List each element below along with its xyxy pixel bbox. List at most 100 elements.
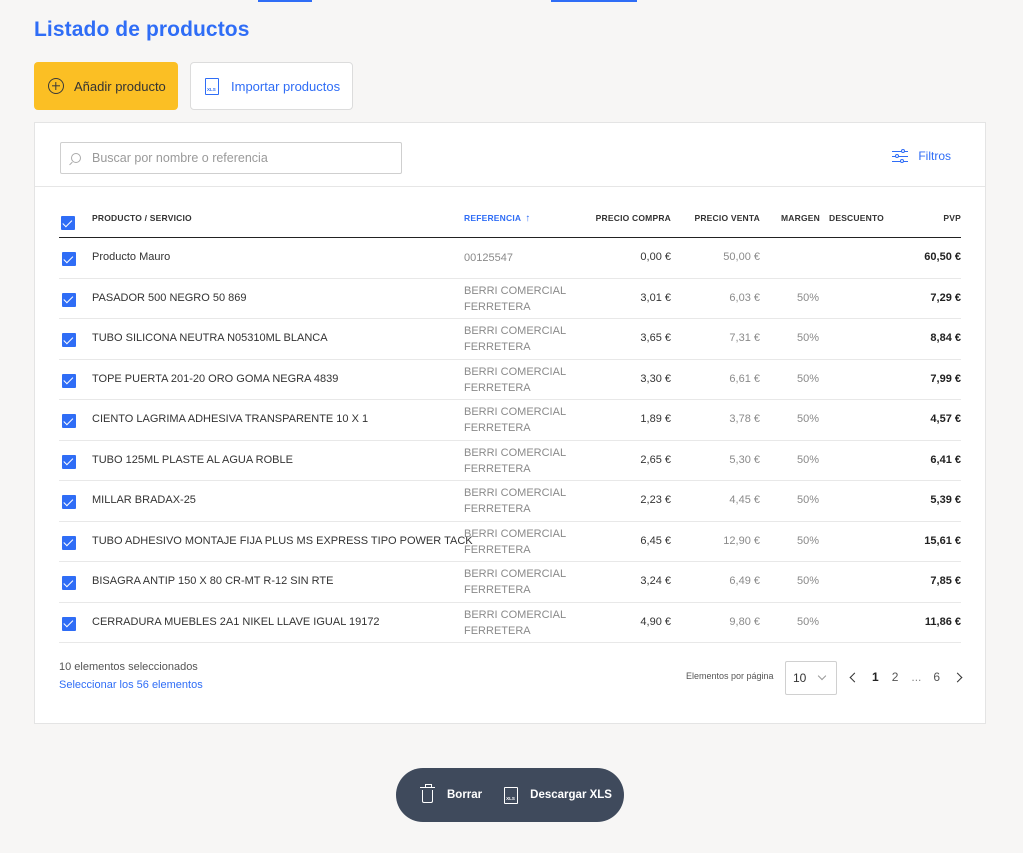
import-products-button[interactable]: Importar productos [190, 62, 353, 110]
table-row[interactable]: CIENTO LAGRIMA ADHESIVA TRANSPARENTE 10 … [59, 400, 961, 441]
product-name[interactable]: TOPE PUERTA 201-20 ORO GOMA NEGRA 4839 [92, 373, 338, 385]
pvp-price: 5,39 € [930, 494, 961, 506]
product-reference: BERRI COMERCIAL FERRETERA [464, 284, 566, 313]
product-name[interactable]: Producto Mauro [92, 251, 170, 263]
select-all-checkbox[interactable] [61, 216, 75, 230]
selected-count: 10 elementos seleccionados [59, 661, 198, 673]
xls-file-icon [205, 77, 219, 95]
row-checkbox[interactable] [62, 414, 76, 428]
page-ellipsis: ... [911, 670, 922, 684]
table-row[interactable]: CERRADURA MUEBLES 2A1 NIKEL LLAVE IGUAL … [59, 603, 961, 643]
filters-button[interactable]: Filtros [892, 149, 951, 163]
table-row[interactable]: TUBO SILICONA NEUTRA N05310ML BLANCA BER… [59, 319, 961, 360]
pvp-price: 15,61 € [924, 534, 961, 547]
product-reference: BERRI COMERCIAL FERRETERA [464, 325, 566, 353]
buy-price: 2,65 € [640, 453, 671, 466]
table-row[interactable]: Producto Mauro 00125547 0,00 € 50,00 € 6… [59, 238, 961, 279]
product-reference: BERRI COMERCIAL FERRETERA [464, 487, 566, 515]
sell-price: 9,80 € [729, 615, 760, 628]
page-button[interactable]: 2 [892, 670, 899, 684]
row-checkbox[interactable] [62, 373, 76, 388]
product-name[interactable]: CERRADURA MUEBLES 2A1 NIKEL LLAVE IGUAL … [92, 616, 380, 628]
per-page-select[interactable]: 10 [785, 661, 837, 695]
product-name[interactable]: TUBO SILICONA NEUTRA N05310ML BLANCA [92, 332, 328, 344]
chevron-right-icon[interactable] [952, 672, 963, 682]
sell-price: 6,61 € [729, 372, 760, 385]
download-xls-button[interactable]: Descargar XLS [504, 786, 612, 804]
row-checkbox[interactable] [62, 616, 76, 631]
buy-price: 2,23 € [640, 494, 671, 506]
trash-icon [420, 784, 435, 803]
row-checkbox[interactable] [62, 495, 76, 509]
table-row[interactable]: BISAGRA ANTIP 150 X 80 CR-MT R-12 SIN RT… [59, 562, 961, 603]
margin: 50% [796, 615, 819, 628]
sell-price: 3,78 € [729, 413, 760, 425]
product-name[interactable]: TUBO 125ML PLASTE AL AGUA ROBLE [92, 454, 293, 466]
row-checkbox[interactable] [62, 454, 76, 469]
filters-label: Filtros [918, 149, 951, 163]
buy-price: 0,00 € [640, 251, 671, 263]
add-product-button[interactable]: Añadir producto [34, 62, 178, 110]
product-name[interactable]: PASADOR 500 NEGRO 50 869 [92, 292, 246, 304]
header-reference[interactable]: REFERENCIA ↑ [464, 213, 530, 224]
table-row[interactable]: TUBO 125ML PLASTE AL AGUA ROBLE BERRI CO… [59, 441, 961, 481]
header-pvp[interactable]: PVP [943, 213, 961, 223]
chevron-left-icon[interactable] [849, 672, 860, 682]
product-name[interactable]: MILLAR BRADAX-25 [92, 494, 196, 506]
row-checkbox[interactable] [62, 252, 76, 266]
product-name[interactable]: TUBO ADHESIVO MONTAJE FIJA PLUS MS EXPRE… [92, 535, 473, 547]
row-checkbox[interactable] [62, 333, 76, 347]
per-page-value: 10 [793, 671, 807, 685]
sell-price: 12,90 € [723, 534, 760, 547]
table-row[interactable]: TOPE PUERTA 201-20 ORO GOMA NEGRA 4839 B… [59, 360, 961, 400]
search-box[interactable] [60, 142, 402, 174]
chevron-down-icon [817, 671, 827, 681]
header-sell-price[interactable]: PRECIO VENTA [694, 213, 760, 223]
table-row[interactable]: TUBO ADHESIVO MONTAJE FIJA PLUS MS EXPRE… [59, 522, 961, 562]
select-all-link[interactable]: Seleccionar los 56 elementos [59, 679, 203, 691]
search-icon [71, 153, 81, 163]
buy-price: 6,45 € [640, 534, 671, 547]
delete-button[interactable]: Borrar [420, 784, 482, 803]
search-input[interactable] [92, 151, 382, 165]
row-checkbox[interactable] [62, 535, 76, 550]
sell-price: 7,31 € [729, 332, 760, 344]
page-button[interactable]: 1 [872, 670, 879, 684]
product-reference: 00125547 [464, 252, 513, 264]
buy-price: 3,01 € [640, 291, 671, 304]
header-margin[interactable]: MARGEN [781, 213, 820, 223]
sell-price: 6,49 € [729, 575, 760, 587]
page-title: Listado de productos [34, 18, 250, 41]
sliders-icon [892, 149, 909, 163]
margin: 50% [796, 534, 819, 547]
xls-file-icon [504, 786, 519, 804]
product-reference: BERRI COMERCIAL FERRETERA [464, 365, 566, 394]
page-button[interactable]: 6 [933, 670, 940, 684]
row-checkbox[interactable] [62, 292, 76, 307]
plus-circle-icon [48, 78, 64, 94]
product-reference: BERRI COMERCIAL FERRETERA [464, 568, 566, 596]
pvp-price: 60,50 € [924, 251, 961, 263]
table-row[interactable]: MILLAR BRADAX-25 BERRI COMERCIAL FERRETE… [59, 481, 961, 522]
header-reference-label: REFERENCIA [464, 213, 522, 223]
tab-indicator [258, 0, 312, 2]
product-reference: BERRI COMERCIAL FERRETERA [464, 446, 566, 475]
row-checkbox[interactable] [62, 576, 76, 590]
product-name[interactable]: BISAGRA ANTIP 150 X 80 CR-MT R-12 SIN RT… [92, 575, 333, 587]
panel-toolbar: Filtros [35, 123, 985, 187]
margin: 50% [796, 332, 819, 344]
margin: 50% [796, 494, 819, 506]
product-name[interactable]: CIENTO LAGRIMA ADHESIVA TRANSPARENTE 10 … [92, 413, 368, 425]
header-product[interactable]: PRODUCTO / SERVICIO [92, 213, 192, 223]
product-reference: BERRI COMERCIAL FERRETERA [464, 406, 566, 434]
product-reference: BERRI COMERCIAL FERRETERA [464, 608, 566, 637]
buy-price: 1,89 € [640, 413, 671, 425]
table-header: PRODUCTO / SERVICIO REFERENCIA ↑ PRECIO C… [59, 205, 961, 238]
pvp-price: 7,99 € [930, 372, 961, 385]
header-buy-price[interactable]: PRECIO COMPRA [596, 213, 671, 223]
top-tab-indicators [0, 0, 1023, 3]
pvp-price: 6,41 € [930, 453, 961, 466]
header-discount[interactable]: DESCUENTO [829, 213, 884, 223]
table-row[interactable]: PASADOR 500 NEGRO 50 869 BERRI COMERCIAL… [59, 279, 961, 319]
product-reference: BERRI COMERCIAL FERRETERA [464, 527, 566, 556]
